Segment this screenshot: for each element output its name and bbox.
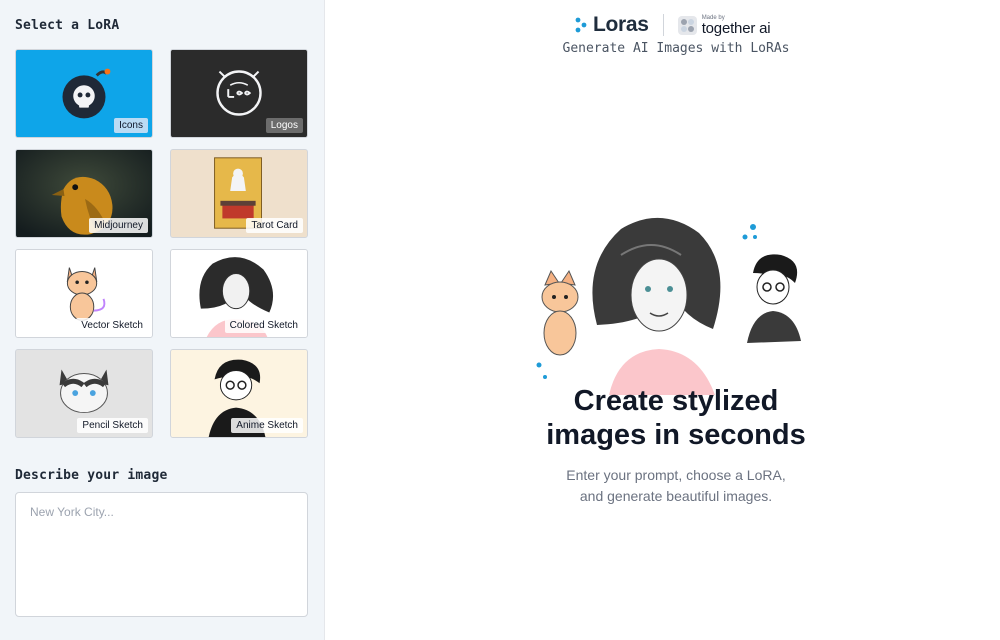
hero-subtitle: Enter your prompt, choose a LoRA, and ge… [326, 465, 1000, 507]
lora-grid: Icons Logos Midjourney Tarot Card Vector… [15, 49, 308, 438]
brand-divider [662, 14, 664, 36]
lora-card-pencil-sketch[interactable]: Pencil Sketch [15, 349, 153, 438]
lora-label-anime-sketch: Anime Sketch [231, 418, 303, 433]
together-ai-icon [677, 15, 697, 35]
prompt-input[interactable] [15, 492, 308, 617]
brand-name: Loras [593, 13, 649, 36]
tagline: Generate AI Images with LoRAs [562, 41, 790, 56]
hero-illustration [536, 217, 801, 395]
lora-label-midjourney: Midjourney [89, 218, 148, 233]
loras-dots-icon [575, 17, 587, 33]
lora-label-icons: Icons [114, 118, 148, 133]
woman-illustration [592, 217, 721, 395]
lora-card-icons[interactable]: Icons [15, 49, 153, 138]
boy-illustration [747, 254, 801, 343]
main-panel: Loras Made by together ai Generate AI Im… [326, 0, 1000, 640]
lora-label-colored-sketch: Colored Sketch [224, 318, 303, 333]
describe-image-heading: Describe your image [15, 468, 168, 483]
hero-title: Create stylized images in seconds [326, 384, 1000, 452]
together-ai-name: together ai [701, 19, 771, 37]
hero-subtitle-line-1: Enter your prompt, choose a LoRA, [566, 467, 786, 483]
lora-card-tarot[interactable]: Tarot Card [170, 149, 308, 238]
brand-header: Loras Made by together ai [574, 12, 771, 38]
hero-subtitle-line-2: and generate beautiful images. [579, 488, 773, 504]
select-lora-heading: Select a LoRA [15, 18, 120, 33]
lora-card-colored-sketch[interactable]: Colored Sketch [170, 249, 308, 338]
lora-label-vector-sketch: Vector Sketch [76, 318, 148, 333]
lora-label-pencil-sketch: Pencil Sketch [77, 418, 148, 433]
loras-logo[interactable]: Loras [574, 13, 649, 37]
lora-card-logos[interactable]: Logos [170, 49, 308, 138]
hero-title-line-2: images in seconds [546, 419, 806, 451]
lora-card-midjourney[interactable]: Midjourney [15, 149, 153, 238]
lora-label-tarot: Tarot Card [246, 218, 303, 233]
lora-label-logos: Logos [265, 118, 303, 133]
hero-title-line-1: Create stylized [573, 385, 779, 417]
lora-card-anime-sketch[interactable]: Anime Sketch [170, 349, 308, 438]
together-ai-badge[interactable]: Made by together ai [677, 15, 771, 37]
cat-illustration [541, 269, 579, 356]
lora-card-vector-sketch[interactable]: Vector Sketch [15, 249, 153, 338]
sidebar: Select a LoRA Icons Logos Midjourney Tar… [0, 0, 325, 640]
